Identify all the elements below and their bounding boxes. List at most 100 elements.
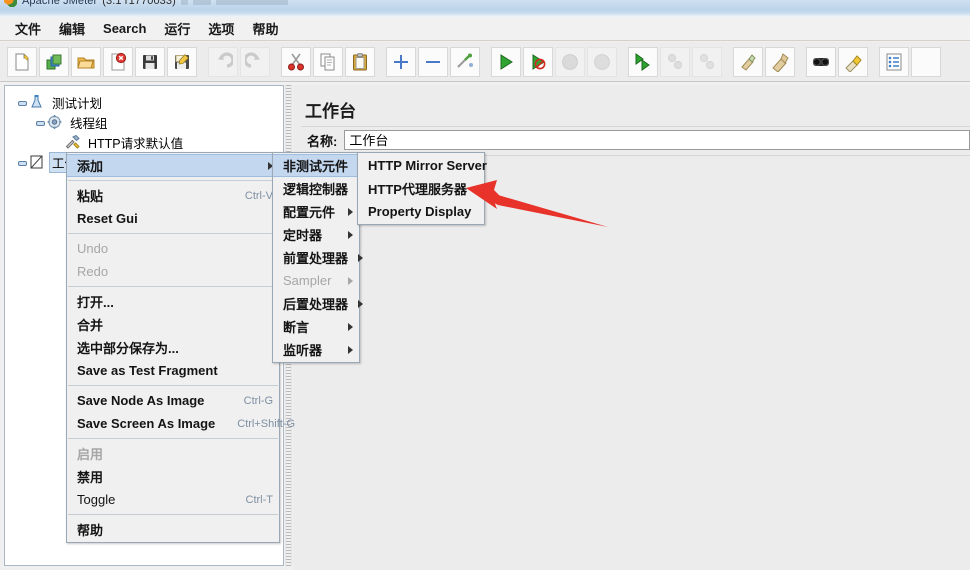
menu-search[interactable]: Search [94,19,155,38]
titlebar-decoration [180,0,188,5]
tree-label: HTTP请求默认值 [88,136,184,151]
paste-icon[interactable] [345,46,375,77]
add-submenu-item-logic-controller[interactable]: 逻辑控制器 [273,177,364,200]
add-submenu-item-assertions[interactable]: 断言 [273,315,359,338]
test-plan-icon [28,94,45,110]
menu-separator [68,180,278,181]
context-menu-item-enable: 启用 [77,447,104,462]
copy-icon[interactable] [313,46,343,77]
tree-node-test-plan[interactable]: 测试计划 [5,92,283,112]
remote-shutdown-icon[interactable] [692,46,722,77]
chevron-right-icon [348,207,353,216]
start-icon[interactable] [491,46,521,77]
toolbar-overflow-button[interactable] [911,46,941,77]
menu-help[interactable]: 帮助 [243,17,287,40]
add-submenu-item-non-test-elements[interactable]: 非测试元件 [273,154,364,177]
context-menu-item-save-as-test-fragment[interactable]: Save as Test Fragment [67,359,279,382]
undo-icon[interactable] [208,46,238,77]
shortcut-label: Ctrl-G [243,394,273,407]
chevron-right-icon [358,299,364,308]
window-version: (3.1 r1770033) [102,0,176,7]
context-menu-item-paste[interactable]: 粘贴 Ctrl-V [67,184,279,207]
non-test-item-property-display[interactable]: Property Display [358,200,484,223]
name-input[interactable]: 工作台 [344,130,970,150]
config-icon [64,134,81,150]
expand-all-icon[interactable] [386,46,416,77]
context-menu-item-toggle[interactable]: Toggle Ctrl-T [67,488,279,511]
toolbar-separator [619,47,628,77]
name-label: 名称: [307,133,338,149]
start-no-pause-icon[interactable] [523,46,553,77]
chevron-right-icon [348,322,353,331]
add-submenu-item-post-processors[interactable]: 后置处理器 [273,292,364,315]
remote-start-icon[interactable] [628,46,658,77]
menu-edit[interactable]: 编辑 [50,17,94,40]
menu-options[interactable]: 选项 [199,17,243,40]
menu-separator [68,233,278,234]
add-submenu: 非测试元件 逻辑控制器 配置元件 定时器 前置处理器 Sampler 后置处理器 [272,152,364,363]
remote-stop-icon[interactable] [660,46,690,77]
toolbar [0,42,970,82]
non-test-elements-submenu: HTTP Mirror Server HTTP代理服务器 Property Di… [357,152,487,225]
add-submenu-item-sampler: Sampler [273,269,359,292]
tree-label: 测试计划 [52,96,103,111]
menu-file[interactable]: 文件 [6,17,50,40]
collapse-all-icon[interactable] [418,46,448,77]
clear-icon[interactable] [733,46,763,77]
toolbar-separator [482,47,491,77]
stop-icon[interactable] [555,46,585,77]
menu-run[interactable]: 运行 [155,17,199,40]
jmeter-logo-icon [4,0,17,7]
context-menu-item-save-node-as-image[interactable]: Save Node As Image Ctrl-G [67,389,279,412]
expander-icon[interactable] [17,98,27,107]
non-test-item-http-mirror-server[interactable]: HTTP Mirror Server [358,154,487,177]
cut-icon[interactable] [281,46,311,77]
toolbar-separator [272,47,281,77]
chevron-right-icon [348,276,353,285]
title-bar: Apache JMeter (3.1 r1770033) [0,0,970,17]
context-menu-item-reset-gui[interactable]: Reset Gui [67,207,279,230]
close-icon[interactable] [103,46,133,77]
context-menu-item-save-selection-as[interactable]: 选中部分保存为... [67,336,279,359]
expander-icon[interactable] [35,118,45,127]
reset-search-icon[interactable] [838,46,868,77]
toolbar-separator [377,47,386,77]
function-helper-icon[interactable] [879,46,909,77]
toolbar-separator [199,47,208,77]
context-menu-item-save-screen-as-image[interactable]: Save Screen As Image Ctrl+Shift-G [67,412,295,435]
save-icon[interactable] [135,46,165,77]
add-submenu-item-config-element[interactable]: 配置元件 [273,200,359,223]
menu-separator [68,438,278,439]
templates-icon[interactable] [39,46,69,77]
toggle-icon[interactable] [450,46,480,77]
context-menu-item-undo: Undo [77,241,109,256]
add-submenu-item-listener[interactable]: 监听器 [273,338,359,361]
expander-icon[interactable] [17,158,27,167]
menu-separator [68,385,278,386]
add-submenu-item-timer[interactable]: 定时器 [273,223,359,246]
name-row: 名称: 工作台 [301,126,970,153]
tree-label: 线程组 [70,116,108,131]
window-title: Apache JMeter [22,0,98,7]
jmeter-window: Apache JMeter (3.1 r1770033) 文件 编辑 Searc… [0,0,970,570]
search-icon[interactable] [806,46,836,77]
redo-icon[interactable] [240,46,270,77]
context-menu-item-merge[interactable]: 合并 [67,313,279,336]
open-icon[interactable] [71,46,101,77]
context-menu-item-disable[interactable]: 禁用 [67,465,279,488]
add-submenu-item-pre-processors[interactable]: 前置处理器 [273,246,364,269]
tree-node-http-request-defaults[interactable]: HTTP请求默认值 [5,132,283,152]
new-icon[interactable] [7,46,37,77]
tree-node-thread-group[interactable]: 线程组 [5,112,283,132]
shutdown-icon[interactable] [587,46,617,77]
titlebar-decoration [215,0,288,5]
shortcut-label: Ctrl-T [245,493,274,506]
toolbar-separator [724,47,733,77]
context-menu-item-open[interactable]: 打开... [67,290,279,313]
context-menu-item-add[interactable]: 添加 [67,154,279,177]
context-menu-item-help[interactable]: 帮助 [67,518,279,541]
clear-all-icon[interactable] [765,46,795,77]
shortcut-label: Ctrl+Shift-G [237,417,296,430]
save-as-icon[interactable] [167,46,197,77]
non-test-item-http-proxy-server[interactable]: HTTP代理服务器 [358,177,484,200]
